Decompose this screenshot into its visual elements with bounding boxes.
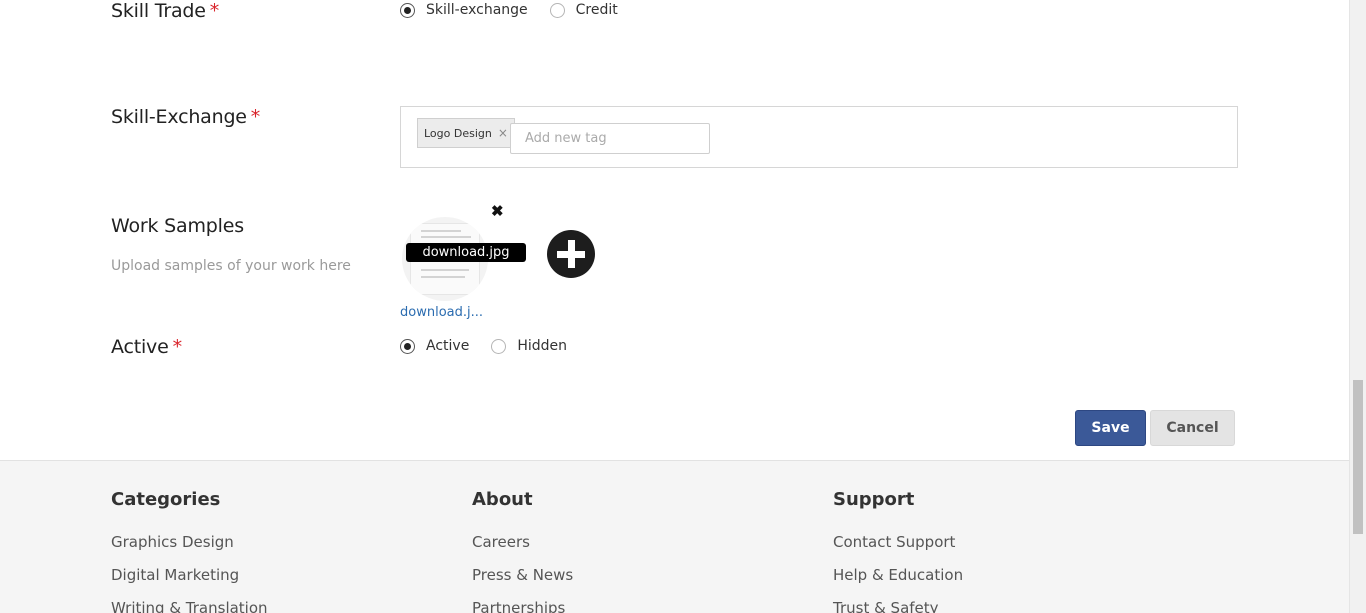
skill-trade-label: Skill Trade * <box>111 0 219 22</box>
skill-exchange-label: Skill-Exchange * <box>111 106 260 128</box>
work-samples-label: Work Samples <box>111 215 244 237</box>
skill-exchange-radio-label[interactable]: Skill-exchange <box>426 2 528 18</box>
required-mark: * <box>250 106 261 128</box>
credit-radio[interactable] <box>549 2 565 18</box>
credit-radio-label[interactable]: Credit <box>576 2 618 18</box>
footer-link[interactable]: Writing & Translation <box>111 599 268 613</box>
footer-link[interactable]: Digital Marketing <box>111 566 268 599</box>
tag-label: Logo Design <box>424 126 492 140</box>
footer-link[interactable]: Trust & Safety <box>833 599 963 613</box>
active-label-text: Active <box>111 336 169 358</box>
scrollbar-thumb[interactable] <box>1353 380 1363 534</box>
required-mark: * <box>209 0 220 22</box>
footer-column-support: Support Contact Support Help & Education… <box>833 489 963 613</box>
hidden-radio-label[interactable]: Hidden <box>517 338 567 354</box>
save-button[interactable]: Save <box>1075 410 1146 446</box>
vertical-scrollbar[interactable] <box>1349 0 1366 613</box>
footer-heading: Support <box>833 489 915 510</box>
skill-trade-radio-group: Skill-exchange Credit <box>400 2 640 18</box>
tag-remove-icon[interactable]: × <box>498 126 508 140</box>
add-tag-input[interactable] <box>510 123 710 154</box>
active-radio-group: Active Hidden <box>400 338 589 354</box>
footer-heading: Categories <box>111 489 221 510</box>
active-label: Active * <box>111 336 182 358</box>
footer-link[interactable]: Press & News <box>472 566 573 599</box>
footer-heading: About <box>472 489 533 510</box>
skill-exchange-label-text: Skill-Exchange <box>111 106 247 128</box>
footer: Categories Graphics Design Digital Marke… <box>0 460 1349 613</box>
footer-link[interactable]: Help & Education <box>833 566 963 599</box>
thumbnail-caption: download.jpg <box>406 243 526 262</box>
sample-file-link[interactable]: download.j... <box>400 305 483 320</box>
footer-link[interactable]: Contact Support <box>833 533 963 566</box>
footer-column-about: About Careers Press & News Partnerships <box>472 489 573 613</box>
active-radio-label[interactable]: Active <box>426 338 469 354</box>
remove-sample-icon[interactable]: ✖ <box>491 202 504 220</box>
skill-exchange-radio[interactable] <box>400 2 415 18</box>
work-samples-hint: Upload samples of your work here <box>111 258 351 274</box>
skill-trade-label-text: Skill Trade <box>111 0 206 22</box>
hidden-radio[interactable] <box>491 338 507 354</box>
cancel-button[interactable]: Cancel <box>1150 410 1235 446</box>
footer-link[interactable]: Partnerships <box>472 599 573 613</box>
footer-column-categories: Categories Graphics Design Digital Marke… <box>111 489 268 613</box>
add-sample-button[interactable] <box>547 230 595 278</box>
tag-logo-design: Logo Design × <box>417 118 515 148</box>
footer-link[interactable]: Graphics Design <box>111 533 268 566</box>
footer-link[interactable]: Careers <box>472 533 573 566</box>
tag-input-box[interactable]: Logo Design × <box>400 106 1238 168</box>
required-mark: * <box>172 336 183 358</box>
active-radio[interactable] <box>400 338 415 354</box>
